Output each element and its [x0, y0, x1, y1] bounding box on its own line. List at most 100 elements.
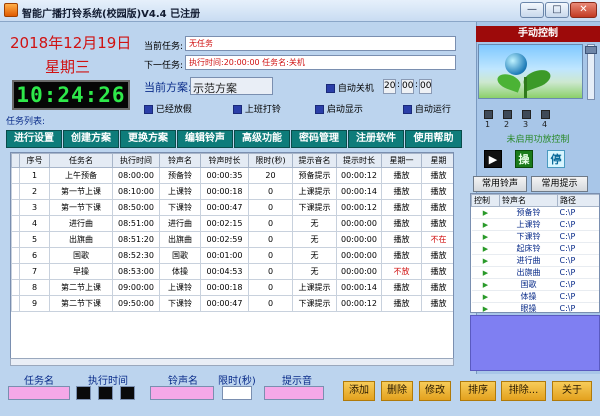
shutdown-hour-field[interactable]: 20 — [383, 79, 396, 94]
exec-second-field[interactable] — [120, 386, 135, 400]
table-horizontal-scrollbar[interactable] — [10, 358, 454, 366]
work-bell-option[interactable]: 上班打铃 — [233, 102, 281, 115]
column-header[interactable]: 序号 — [19, 153, 50, 168]
play-triangle-icon[interactable]: ▶ — [471, 254, 500, 267]
table-row[interactable]: 9 第二节下课 09:50:00 下课铃 00:00:47 0 下课提示 00:00:12 播放… — [11, 295, 453, 312]
column-header[interactable]: 执行时间 — [112, 153, 160, 168]
play-triangle-icon[interactable]: ▶ — [471, 242, 500, 255]
row-selector-cell[interactable] — [11, 199, 20, 216]
column-header[interactable]: 星期 — [421, 153, 453, 168]
close-button[interactable]: ✕ — [570, 2, 597, 18]
sort-button[interactable]: 排序 — [460, 381, 496, 401]
channel-indicator-4[interactable] — [541, 110, 550, 119]
add-button[interactable]: 添加 — [343, 381, 375, 401]
table-row[interactable]: 1 上午预备 08:00:00 预备铃 00:00:35 20 预备提示 00:00:12 播放… — [11, 167, 453, 184]
table-cell: 播放 — [421, 199, 453, 216]
holiday-option[interactable]: 已经放假 — [144, 102, 192, 115]
list-item[interactable]: ▶ 进行曲 C:\P — [471, 254, 599, 267]
table-cell: 00:00:35 — [200, 167, 249, 184]
column-header[interactable]: 任务名 — [49, 153, 113, 168]
row-selector-cell[interactable] — [11, 231, 20, 248]
register-button[interactable]: 注册软件 — [348, 130, 404, 148]
row-selector-cell[interactable] — [11, 183, 20, 200]
list-item[interactable]: ▶ 下课铃 C:\P — [471, 230, 599, 243]
play-triangle-icon[interactable]: ▶ — [471, 266, 500, 279]
table-row[interactable]: 3 第一节下课 08:50:00 下课铃 00:00:47 0 下课提示 00:00:12 播放… — [11, 199, 453, 216]
task-name-field[interactable] — [8, 386, 70, 400]
table-row[interactable]: 7 早操 08:53:00 体操 00:04:53 0 无 00:00:00 不放 播放 — [11, 263, 453, 280]
play-triangle-icon[interactable]: ▶ — [471, 230, 500, 243]
table-row[interactable]: 2 第一节上课 08:10:00 上课铃 00:00:18 0 上课提示 00:00:14 播放… — [11, 183, 453, 200]
table-cell: 早操 — [49, 263, 113, 280]
volume-slider-thumb[interactable] — [585, 46, 597, 54]
shutdown-second-field[interactable]: 00 — [419, 79, 432, 94]
play-triangle-icon[interactable]: ▶ — [471, 278, 500, 291]
channel-indicator-2[interactable] — [503, 110, 512, 119]
common-prompt-button[interactable]: 常用提示 — [531, 176, 588, 192]
auto-run-option[interactable]: 自动运行 — [403, 102, 451, 115]
exec-minute-field[interactable] — [98, 386, 113, 400]
row-selector-cell[interactable] — [11, 247, 20, 264]
auto-shutdown-option[interactable]: 自动关机 — [326, 81, 374, 94]
delete-button[interactable]: 删除 — [381, 381, 413, 401]
modify-button[interactable]: 修改 — [419, 381, 451, 401]
list-item[interactable]: ▶ 预备铃 C:\P — [471, 206, 599, 219]
table-row[interactable]: 8 第二节上课 09:00:00 上课铃 00:00:18 0 上课提示 00:00:14 播放… — [11, 279, 453, 296]
prompt-select[interactable] — [264, 386, 324, 400]
table-row[interactable]: 5 出旗曲 08:51:20 出旗曲 00:02:59 0 无 00:00:00 播放 不在 — [11, 231, 453, 248]
minimize-button[interactable]: — — [520, 2, 544, 18]
column-header[interactable]: 限时(秒) — [248, 153, 293, 168]
startup-show-checkbox[interactable] — [315, 105, 324, 114]
task-table[interactable]: 序号 任务名 执行时间 铃声名 铃声时长 限时(秒) 提示音名 提示时长 星期一… — [10, 152, 454, 360]
common-ring-button[interactable]: 常用铃声 — [473, 176, 527, 192]
operate-icon[interactable]: 操 — [515, 150, 533, 168]
list-item[interactable]: ▶ 起床铃 C:\P — [471, 242, 599, 255]
play-icon[interactable]: ▶ — [484, 150, 502, 168]
auto-shutdown-checkbox[interactable] — [326, 84, 335, 93]
play-triangle-icon[interactable]: ▶ — [471, 290, 500, 303]
table-row[interactable]: 6 国歌 08:52:30 国歌 00:01:00 0 无 00:00:00 播放 播放 — [11, 247, 453, 264]
column-header[interactable]: 提示时长 — [336, 153, 382, 168]
channel-indicator-1[interactable] — [484, 110, 493, 119]
row-selector-cell[interactable] — [11, 263, 20, 280]
exclude-button[interactable]: 排除... — [501, 381, 546, 401]
limit-seconds-field[interactable] — [222, 386, 252, 400]
list-item[interactable]: ▶ 出旗曲 C:\P — [471, 266, 599, 279]
table-row[interactable]: 4 进行曲 08:51:00 进行曲 00:02:15 0 无 00:00:00 播放 播放 — [11, 215, 453, 232]
settings-button[interactable]: 进行设置 — [6, 130, 62, 148]
edit-ring-button[interactable]: 编辑铃声 — [177, 130, 233, 148]
column-header[interactable]: 铃声名 — [159, 153, 201, 168]
play-triangle-icon[interactable]: ▶ — [471, 302, 500, 312]
play-triangle-icon[interactable]: ▶ — [471, 218, 500, 231]
change-scheme-button[interactable]: 更换方案 — [120, 130, 176, 148]
row-selector-cell[interactable] — [11, 279, 20, 296]
about-button[interactable]: 关于 — [552, 381, 592, 401]
help-button[interactable]: 使用帮助 — [405, 130, 462, 148]
auto-run-checkbox[interactable] — [403, 105, 412, 114]
scheme-selector[interactable]: 示范方案 — [190, 77, 273, 95]
advanced-button[interactable]: 高级功能 — [234, 130, 290, 148]
column-header[interactable]: 星期一 — [381, 153, 422, 168]
list-item[interactable]: ▶ 眼操 C:\P — [471, 302, 599, 312]
row-selector-cell[interactable] — [11, 295, 20, 312]
row-selector-cell[interactable] — [11, 167, 20, 184]
channel-indicator-3[interactable] — [522, 110, 531, 119]
startup-show-option[interactable]: 启动显示 — [315, 102, 363, 115]
exec-hour-field[interactable] — [76, 386, 91, 400]
create-scheme-button[interactable]: 创建方案 — [63, 130, 119, 148]
list-item[interactable]: ▶ 体操 C:\P — [471, 290, 599, 303]
ring-name-select[interactable] — [150, 386, 214, 400]
stop-icon[interactable]: 停 — [547, 150, 565, 168]
shutdown-minute-field[interactable]: 00 — [401, 79, 414, 94]
maximize-button[interactable]: □ — [545, 2, 569, 18]
holiday-checkbox[interactable] — [144, 105, 153, 114]
row-selector-cell[interactable] — [11, 215, 20, 232]
list-item[interactable]: ▶ 上课铃 C:\P — [471, 218, 599, 231]
column-header[interactable]: 提示音名 — [292, 153, 337, 168]
column-header[interactable]: 铃声时长 — [200, 153, 249, 168]
password-button[interactable]: 密码管理 — [291, 130, 347, 148]
play-triangle-icon[interactable]: ▶ — [471, 206, 500, 219]
ring-list[interactable]: 控制 铃声名 路径 ▶ 预备铃 C:\P ▶ 上课铃 C:\P ▶ 下课铃 C:\P ▶ 起床铃 C:… — [470, 193, 600, 313]
list-item[interactable]: ▶ 国歌 C:\P — [471, 278, 599, 291]
work-bell-checkbox[interactable] — [233, 105, 242, 114]
